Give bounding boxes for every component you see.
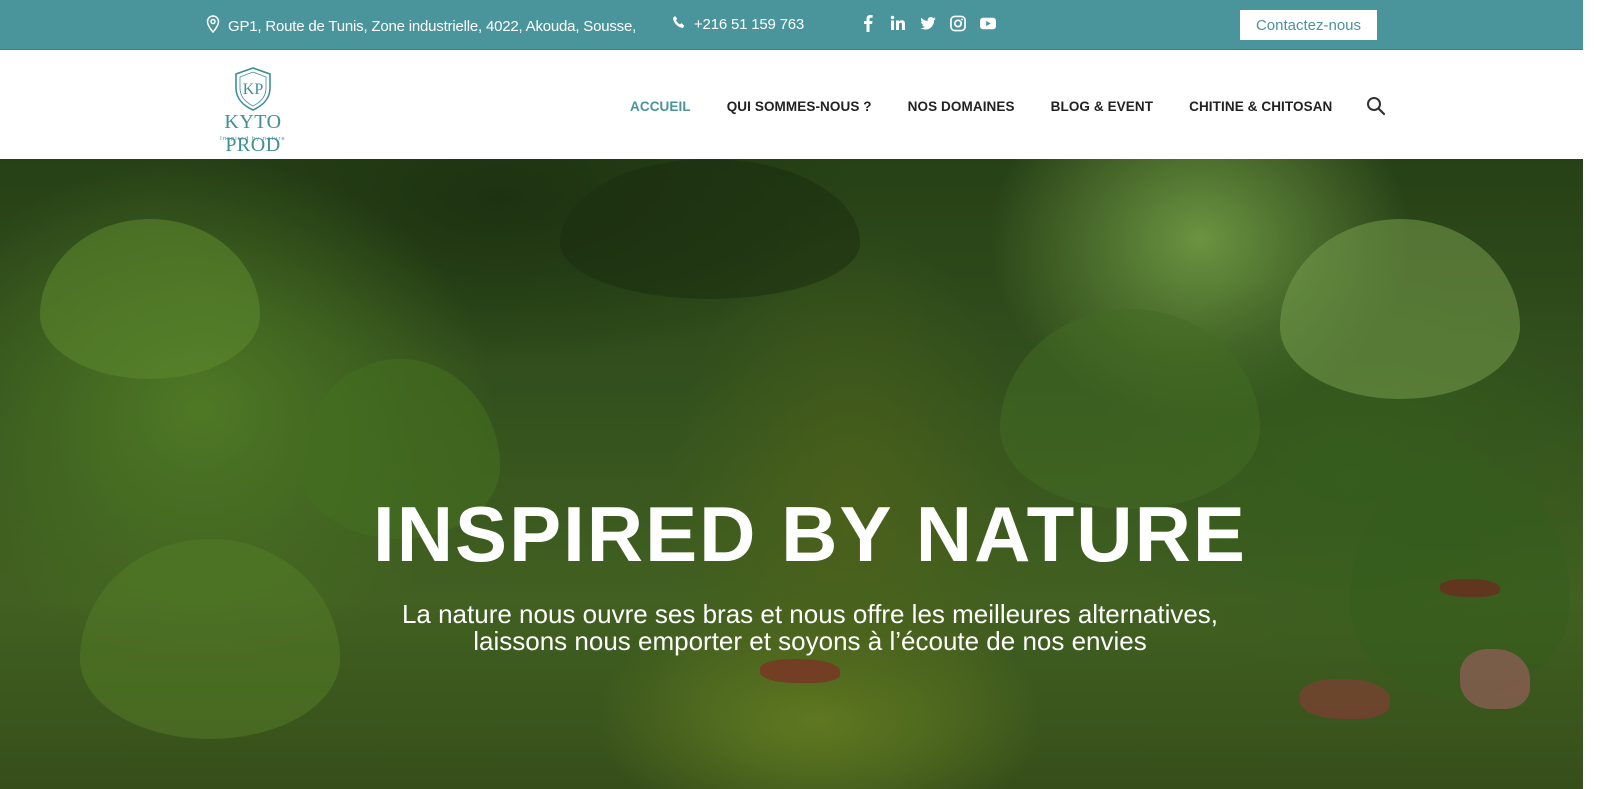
nav-item-qui-sommes-nous[interactable]: QUI SOMMES-NOUS ? [727, 99, 872, 114]
logo-tagline: Inspired by nature [220, 136, 286, 142]
youtube-icon[interactable] [980, 13, 996, 33]
phone[interactable]: +216 51 159 763 [672, 15, 804, 33]
logo[interactable]: KP KYTO PROD Inspired by nature [206, 66, 300, 156]
hero-banner: INSPIRED BY NATURE La nature nous ouvre … [0, 159, 1583, 789]
phone-text: +216 51 159 763 [694, 15, 805, 33]
nav-item-chitine-chitosan[interactable]: CHITINE & CHITOSAN [1189, 99, 1332, 114]
hero-subtitle-line-2: laissons nous emporter et soyons à l’éco… [473, 626, 1147, 656]
shield-logo-icon: KP [235, 67, 271, 111]
address: GP1, Route de Tunis, Zone industrielle, … [206, 15, 636, 37]
nav-item-accueil[interactable]: ACCUEIL [630, 99, 691, 114]
main-nav: ACCUEIL QUI SOMMES-NOUS ? NOS DOMAINES B… [630, 96, 1386, 116]
instagram-icon[interactable] [950, 13, 966, 33]
nav-item-nos-domaines[interactable]: NOS DOMAINES [908, 99, 1015, 114]
address-text: GP1, Route de Tunis, Zone industrielle, … [228, 17, 637, 35]
logo-brand: KYTO PROD [224, 111, 282, 156]
top-info-bar: GP1, Route de Tunis, Zone industrielle, … [0, 0, 1583, 50]
twitter-icon[interactable] [920, 13, 936, 33]
nav-item-blog-event[interactable]: BLOG & EVENT [1051, 99, 1153, 114]
search-icon[interactable] [1366, 96, 1386, 116]
hero-title: INSPIRED BY NATURE [373, 490, 1247, 578]
phone-icon [672, 15, 686, 33]
location-pin-icon [206, 15, 220, 37]
contact-button[interactable]: Contactez-nous [1240, 10, 1377, 40]
linkedin-icon[interactable] [890, 13, 906, 33]
main-header: KP KYTO PROD Inspired by nature ACCUEIL … [0, 50, 1583, 159]
hero-subtitle: La nature nous ouvre ses bras et nous of… [0, 601, 1583, 655]
facebook-icon[interactable] [860, 13, 876, 33]
social-links [860, 13, 996, 33]
hero-overlay [0, 159, 1583, 789]
hero-subtitle-line-1: La nature nous ouvre ses bras et nous of… [401, 599, 1219, 629]
logo-monogram: KP [243, 81, 264, 98]
